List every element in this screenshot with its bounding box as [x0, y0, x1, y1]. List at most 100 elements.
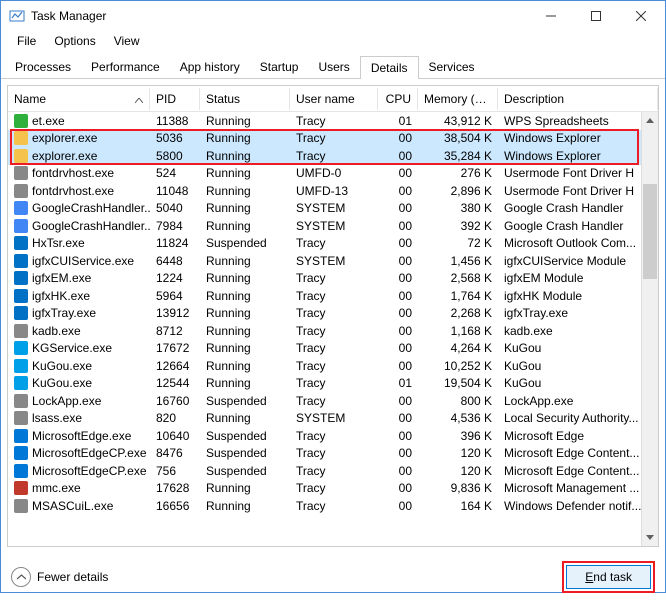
scrollbar-thumb[interactable]: [643, 184, 657, 279]
cell-memory: 4,264 K: [418, 341, 498, 355]
titlebar: Task Manager: [1, 1, 665, 31]
menu-file[interactable]: File: [9, 32, 44, 50]
table-row[interactable]: MicrosoftEdgeCP.exe8476SuspendedTracy001…: [8, 445, 658, 463]
cell-description: KuGou: [498, 376, 658, 390]
sort-ascending-icon: [135, 92, 143, 106]
table-row[interactable]: KuGou.exe12544RunningTracy0119,504 KKuGo…: [8, 375, 658, 393]
cell-user: Tracy: [290, 324, 378, 338]
cell-name: explorer.exe: [8, 149, 150, 163]
process-icon: [14, 114, 28, 128]
table-row[interactable]: igfxCUIService.exe6448RunningSYSTEM001,4…: [8, 252, 658, 270]
table-row[interactable]: mmc.exe17628RunningTracy009,836 KMicroso…: [8, 480, 658, 498]
cell-user: Tracy: [290, 376, 378, 390]
cell-status: Running: [200, 324, 290, 338]
scrollbar-track[interactable]: [642, 129, 658, 529]
column-name[interactable]: Name: [8, 88, 150, 110]
tab-startup[interactable]: Startup: [250, 56, 309, 79]
table-row[interactable]: MicrosoftEdgeCP.exe756SuspendedTracy0012…: [8, 462, 658, 480]
table-row[interactable]: igfxEM.exe1224RunningTracy002,568 KigfxE…: [8, 270, 658, 288]
fewer-details-button[interactable]: Fewer details: [11, 567, 108, 587]
cell-status: Running: [200, 114, 290, 128]
close-button[interactable]: [618, 2, 663, 30]
cell-user: Tracy: [290, 446, 378, 460]
tab-app-history[interactable]: App history: [170, 56, 250, 79]
cell-user: Tracy: [290, 114, 378, 128]
table-row[interactable]: MicrosoftEdge.exe10640SuspendedTracy0039…: [8, 427, 658, 445]
cell-status: Running: [200, 359, 290, 373]
cell-user: UMFD-13: [290, 184, 378, 198]
cell-user: Tracy: [290, 306, 378, 320]
tab-performance[interactable]: Performance: [81, 56, 170, 79]
process-icon: [14, 201, 28, 215]
cell-pid: 1224: [150, 271, 200, 285]
cell-pid: 5800: [150, 149, 200, 163]
cell-pid: 16656: [150, 499, 200, 513]
cell-pid: 11824: [150, 236, 200, 250]
fewer-details-label: Fewer details: [37, 570, 108, 584]
cell-cpu: 00: [378, 499, 418, 513]
column-pid[interactable]: PID: [150, 88, 200, 110]
maximize-button[interactable]: [573, 2, 618, 30]
table-row[interactable]: fontdrvhost.exe524RunningUMFD-000276 KUs…: [8, 165, 658, 183]
column-memory[interactable]: Memory (p...: [418, 88, 498, 110]
tab-users[interactable]: Users: [308, 56, 359, 79]
cell-memory: 396 K: [418, 429, 498, 443]
column-user[interactable]: User name: [290, 88, 378, 110]
cell-name: MicrosoftEdge.exe: [8, 429, 150, 443]
cell-name: explorer.exe: [8, 131, 150, 145]
scroll-down-arrow-icon[interactable]: [642, 529, 658, 546]
table-row[interactable]: KuGou.exe12664RunningTracy0010,252 KKuGo…: [8, 357, 658, 375]
process-icon: [14, 446, 28, 460]
cell-status: Running: [200, 166, 290, 180]
end-task-button[interactable]: End task: [566, 565, 651, 589]
table-row[interactable]: GoogleCrashHandler...5040RunningSYSTEM00…: [8, 200, 658, 218]
cell-status: Running: [200, 481, 290, 495]
cell-name: MicrosoftEdgeCP.exe: [8, 464, 150, 478]
cell-status: Running: [200, 271, 290, 285]
cell-memory: 2,268 K: [418, 306, 498, 320]
cell-description: Microsoft Edge Content...: [498, 464, 658, 478]
cell-memory: 9,836 K: [418, 481, 498, 495]
scroll-up-arrow-icon[interactable]: [642, 112, 658, 129]
cell-pid: 524: [150, 166, 200, 180]
cell-pid: 11388: [150, 114, 200, 128]
tab-details[interactable]: Details: [360, 56, 419, 79]
table-row[interactable]: igfxHK.exe5964RunningTracy001,764 KigfxH…: [8, 287, 658, 305]
table-row[interactable]: et.exe11388RunningTracy0143,912 KWPS Spr…: [8, 112, 658, 130]
cell-memory: 276 K: [418, 166, 498, 180]
table-row[interactable]: kadb.exe8712RunningTracy001,168 Kkadb.ex…: [8, 322, 658, 340]
tab-processes[interactable]: Processes: [5, 56, 81, 79]
process-icon: [14, 289, 28, 303]
table-row[interactable]: KGService.exe17672RunningTracy004,264 KK…: [8, 340, 658, 358]
column-description[interactable]: Description: [498, 88, 658, 110]
cell-cpu: 00: [378, 446, 418, 460]
table-row[interactable]: MSASCuiL.exe16656RunningTracy00164 KWind…: [8, 497, 658, 515]
cell-user: Tracy: [290, 289, 378, 303]
process-name: lsass.exe: [32, 411, 82, 425]
cell-description: Usermode Font Driver H: [498, 166, 658, 180]
menu-view[interactable]: View: [106, 32, 148, 50]
table-row[interactable]: explorer.exe5800RunningTracy0035,284 KWi…: [8, 147, 658, 165]
cell-status: Running: [200, 289, 290, 303]
column-status[interactable]: Status: [200, 88, 290, 110]
cell-memory: 380 K: [418, 201, 498, 215]
cell-description: igfxHK Module: [498, 289, 658, 303]
tab-bar: Processes Performance App history Startu…: [1, 55, 665, 79]
table-row[interactable]: lsass.exe820RunningSYSTEM004,536 KLocal …: [8, 410, 658, 428]
table-row[interactable]: GoogleCrashHandler...7984RunningSYSTEM00…: [8, 217, 658, 235]
process-name: HxTsr.exe: [32, 236, 85, 250]
cell-memory: 19,504 K: [418, 376, 498, 390]
cell-memory: 72 K: [418, 236, 498, 250]
vertical-scrollbar[interactable]: [641, 112, 658, 546]
table-row[interactable]: HxTsr.exe11824SuspendedTracy0072 KMicros…: [8, 235, 658, 253]
process-icon: [14, 236, 28, 250]
tab-services[interactable]: Services: [419, 56, 485, 79]
table-row[interactable]: LockApp.exe16760SuspendedTracy00800 KLoc…: [8, 392, 658, 410]
minimize-button[interactable]: [528, 2, 573, 30]
table-row[interactable]: fontdrvhost.exe11048RunningUMFD-13002,89…: [8, 182, 658, 200]
table-row[interactable]: explorer.exe5036RunningTracy0038,504 KWi…: [8, 130, 658, 148]
column-cpu[interactable]: CPU: [378, 88, 418, 110]
cell-description: Usermode Font Driver H: [498, 184, 658, 198]
table-row[interactable]: igfxTray.exe13912RunningTracy002,268 Kig…: [8, 305, 658, 323]
menu-options[interactable]: Options: [46, 32, 103, 50]
